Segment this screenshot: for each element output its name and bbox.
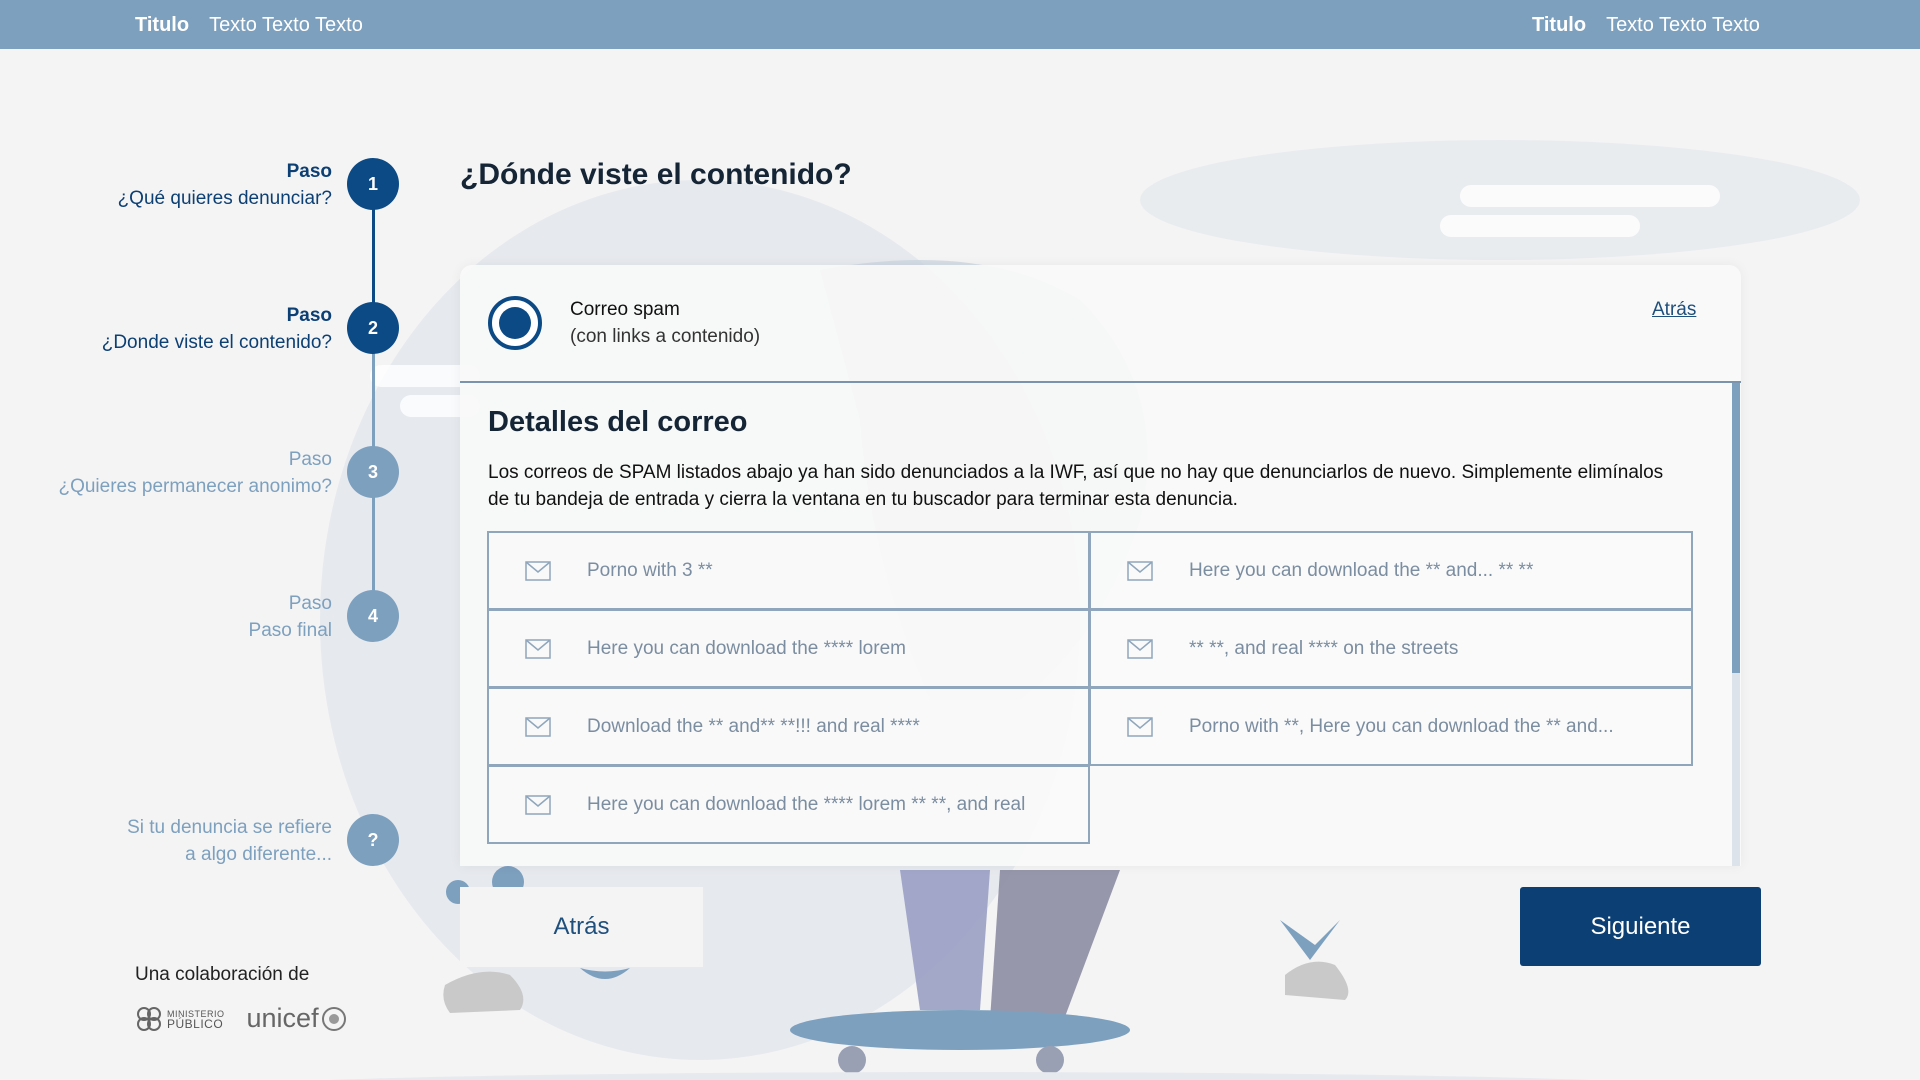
- step-4[interactable]: Paso Paso final: [60, 590, 332, 644]
- step-other-line1: Si tu denuncia se refiere: [127, 817, 332, 838]
- mail-icon: [525, 716, 551, 737]
- email-item[interactable]: Here you can download the **** lorem: [487, 609, 1090, 688]
- question-icon: ?: [367, 829, 379, 850]
- back-link[interactable]: Atrás: [1652, 299, 1696, 321]
- bg-skateboard-wheel: [838, 1046, 866, 1074]
- bg-skateboard: [790, 1010, 1130, 1050]
- step-other[interactable]: Si tu denuncia se refiere a algo diferen…: [40, 814, 332, 868]
- step-1-title: ¿Qué quieres denunciar?: [117, 188, 332, 209]
- step-2-title: ¿Donde viste el contenido?: [101, 332, 332, 353]
- bg-plant: [1280, 920, 1340, 960]
- step-3-label: Paso: [288, 449, 332, 470]
- partner-logos: MINISTERIO PÚBLICO unicef: [135, 1003, 347, 1034]
- details-title: Detalles del correo: [488, 406, 748, 438]
- bg-cloud-streak: [1460, 185, 1720, 207]
- mail-icon: [525, 560, 551, 581]
- bg-skateboard-wheel: [1036, 1046, 1064, 1074]
- bg-ground: [328, 1072, 1592, 1080]
- step-2-circle[interactable]: 2: [347, 302, 399, 354]
- email-subject: Porno with **, Here you can download the…: [1189, 715, 1614, 737]
- step-2-number: 2: [367, 317, 378, 338]
- mail-icon: [525, 794, 551, 815]
- step-1-number: 1: [367, 173, 378, 194]
- step-2[interactable]: Paso ¿Donde viste el contenido?: [40, 302, 332, 356]
- step-1[interactable]: Paso ¿Qué quieres denunciar?: [60, 158, 332, 212]
- email-subject: Porno with 3 **: [587, 559, 713, 581]
- option-title: Correo spam: [570, 299, 680, 320]
- ministerio-publico-emblem-icon: [137, 1006, 161, 1031]
- unicef-logo: unicef: [247, 1003, 347, 1034]
- email-subject: ** **, and real **** on the streets: [1189, 637, 1459, 659]
- globe-icon: [321, 1006, 346, 1031]
- ministerio-publico-text: MINISTERIO PÚBLICO: [167, 1009, 225, 1031]
- scrollbar[interactable]: [1732, 383, 1740, 866]
- top-bar-right: Titulo Texto Texto Texto: [1532, 14, 1760, 37]
- back-button[interactable]: Atrás: [460, 887, 703, 967]
- bg-rock: [1285, 961, 1349, 1000]
- radio-button-selected[interactable]: [488, 296, 542, 350]
- step-3-circle[interactable]: 3: [347, 446, 399, 498]
- collaboration-label: Una colaboración de: [135, 964, 310, 985]
- next-button[interactable]: Siguiente: [1520, 887, 1761, 966]
- mail-icon: [1127, 560, 1153, 581]
- step-1-label: Paso: [286, 161, 332, 182]
- top-bar-left: Titulo Texto Texto Texto: [135, 14, 363, 37]
- scrollbar-thumb[interactable]: [1732, 383, 1740, 673]
- step-1-circle[interactable]: 1: [347, 158, 399, 210]
- step-4-number: 4: [367, 605, 378, 626]
- option-subtitle: (con links a contenido): [570, 326, 761, 347]
- email-item[interactable]: ** **, and real **** on the streets: [1089, 609, 1693, 688]
- email-item[interactable]: Download the ** and** **!!! and real ***…: [487, 687, 1090, 766]
- top-bar: Titulo Texto Texto Texto Titulo Texto Te…: [0, 0, 1920, 49]
- bg-cloud-shape: [1140, 140, 1860, 260]
- step-4-title: Paso final: [248, 620, 332, 641]
- email-item[interactable]: Porno with 3 **: [487, 531, 1090, 610]
- mail-icon: [1127, 716, 1153, 737]
- email-grid: Porno with 3 ** Here you can download th…: [487, 531, 1693, 844]
- top-bar-text-left[interactable]: Texto Texto Texto: [209, 14, 363, 37]
- mail-icon: [525, 638, 551, 659]
- bg-cloud-streak: [1440, 215, 1640, 237]
- ministerio-publico-line2: PÚBLICO: [167, 1016, 224, 1031]
- step-3-title: ¿Quieres permanecer anonimo?: [58, 476, 332, 497]
- top-bar-text-right[interactable]: Texto Texto Texto: [1606, 14, 1760, 37]
- email-subject: Here you can download the ** and... ** *…: [1189, 559, 1534, 581]
- details-text: Los correos de SPAM listados abajo ya ha…: [488, 462, 1664, 510]
- email-subject: Here you can download the **** lorem: [587, 637, 906, 659]
- bg-person-leg: [990, 870, 1120, 1030]
- bg-rock: [443, 971, 524, 1013]
- top-bar-title-left[interactable]: Titulo: [135, 14, 189, 37]
- step-other-circle[interactable]: ?: [347, 814, 399, 866]
- step-other-line2: a algo diferente...: [185, 844, 332, 865]
- step-3[interactable]: Paso ¿Quieres permanecer anonimo?: [20, 446, 332, 500]
- bg-person-leg: [900, 870, 990, 1010]
- email-item[interactable]: Porno with **, Here you can download the…: [1089, 687, 1693, 766]
- mail-icon: [1127, 638, 1153, 659]
- step-2-label: Paso: [286, 305, 332, 326]
- unicef-text: unicef: [246, 1003, 319, 1033]
- option-card-header: Correo spam (con links a contenido) Atrá…: [460, 265, 1741, 383]
- ministerio-publico-logo: MINISTERIO PÚBLICO: [135, 1005, 225, 1033]
- top-bar-title-right[interactable]: Titulo: [1532, 14, 1586, 37]
- page-title: ¿Dónde viste el contenido?: [460, 158, 852, 191]
- email-subject: Download the ** and** **!!! and real ***…: [587, 715, 920, 737]
- option-card: Correo spam (con links a contenido) Atrá…: [460, 265, 1741, 866]
- step-3-number: 3: [367, 461, 378, 482]
- email-item[interactable]: Here you can download the **** lorem ** …: [487, 765, 1090, 844]
- radio-dot: [499, 307, 531, 339]
- email-item[interactable]: Here you can download the ** and... ** *…: [1089, 531, 1693, 610]
- email-subject: Here you can download the **** lorem ** …: [587, 793, 1026, 815]
- step-4-circle[interactable]: 4: [347, 590, 399, 642]
- bg-plant: [580, 968, 630, 979]
- step-4-label: Paso: [288, 593, 332, 614]
